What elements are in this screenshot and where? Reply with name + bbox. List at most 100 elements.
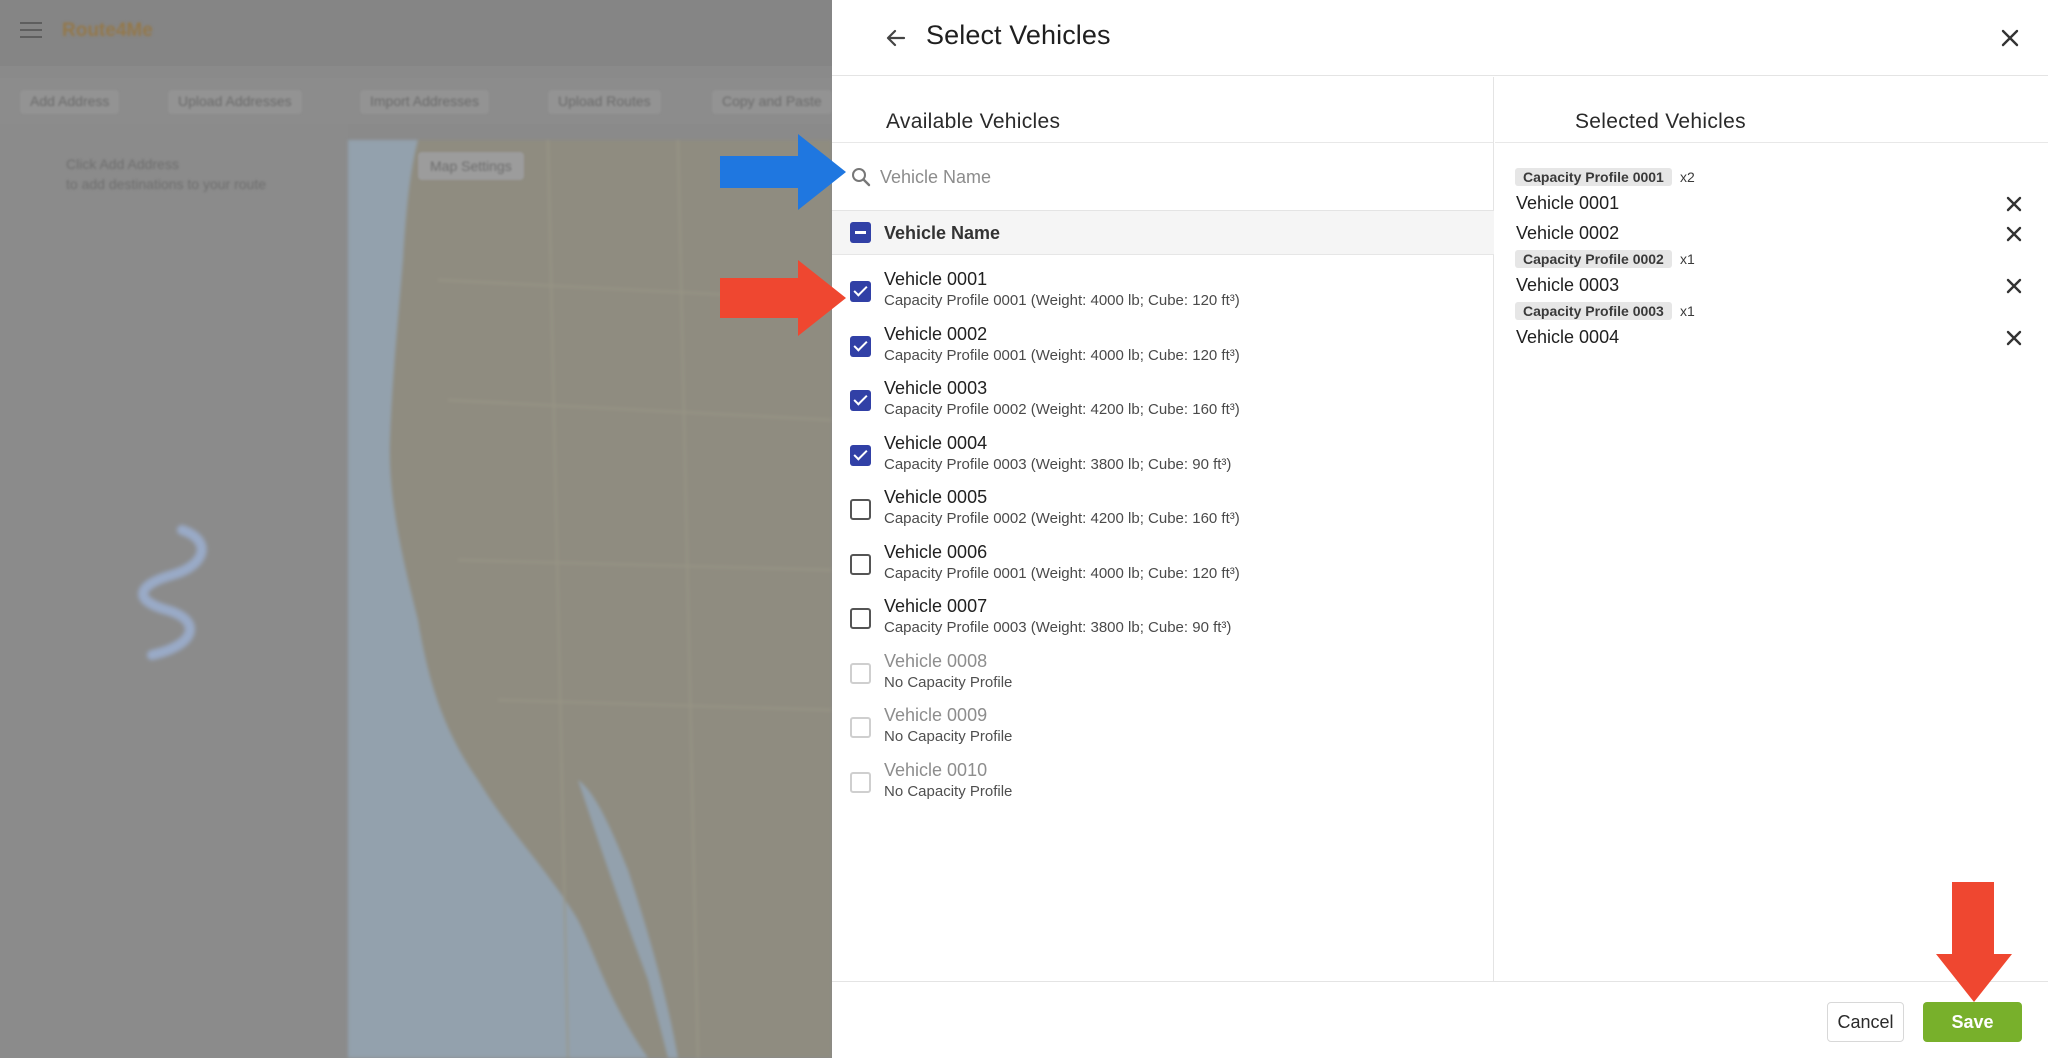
available-vehicles-heading: Available Vehicles bbox=[886, 110, 1061, 133]
save-button[interactable]: Save bbox=[1923, 1002, 2022, 1042]
available-vehicle-list: Vehicle 0001 Capacity Profile 0001 (Weigh… bbox=[832, 269, 1494, 814]
close-icon[interactable] bbox=[1996, 24, 2024, 52]
capacity-profile-tag: Capacity Profile 0002 bbox=[1515, 250, 1672, 268]
app-logo: Route4Me bbox=[62, 20, 153, 41]
remove-vehicle-icon[interactable] bbox=[2004, 194, 2024, 214]
app-topbar: Route4Me bbox=[0, 0, 832, 66]
cancel-button[interactable]: Cancel bbox=[1827, 1002, 1904, 1042]
remove-vehicle-icon[interactable] bbox=[2004, 224, 2024, 244]
vehicle-name: Vehicle 0006 bbox=[884, 541, 988, 562]
remove-vehicle-icon[interactable] bbox=[2004, 328, 2024, 348]
vehicle-name: Vehicle 0001 bbox=[884, 269, 988, 289]
vehicle-capacity-profile: Capacity Profile 0001 (Weight: 4000 lb; … bbox=[884, 564, 1240, 582]
vehicle-checkbox bbox=[850, 662, 871, 684]
toolbar-item: Import Addresses bbox=[360, 90, 489, 114]
vehicle-row[interactable]: Vehicle 0001 Capacity Profile 0001 (Weigh… bbox=[832, 269, 1494, 324]
capacity-profile-count: x1 bbox=[1680, 303, 1695, 319]
vehicle-row[interactable]: Vehicle 0002 Capacity Profile 0001 (Weigh… bbox=[832, 324, 1494, 379]
vehicle-row[interactable]: Vehicle 0004 Capacity Profile 0003 (Weigh… bbox=[832, 433, 1494, 488]
hamburger-menu-icon bbox=[20, 22, 42, 38]
vehicle-table-header: Vehicle Name bbox=[832, 211, 1494, 255]
remove-vehicle-icon[interactable] bbox=[2004, 276, 2024, 296]
capacity-profile-group-header: Capacity Profile 0003 x1 bbox=[1495, 301, 2048, 323]
vehicle-name: Vehicle 0007 bbox=[884, 596, 988, 616]
capacity-profile-group-header: Capacity Profile 0001 x2 bbox=[1495, 167, 2048, 189]
toolbar-item: Upload Addresses bbox=[168, 90, 302, 114]
vehicle-capacity-profile: Capacity Profile 0001 (Weight: 4000 lb; … bbox=[884, 292, 1240, 309]
vehicle-capacity-profile: No Capacity Profile bbox=[884, 673, 1013, 691]
vehicle-row[interactable]: Vehicle 0006 Capacity Profile 0001 (Weigh… bbox=[832, 542, 1494, 597]
vehicle-name: Vehicle 0005 bbox=[884, 487, 988, 507]
vehicle-capacity-profile: No Capacity Profile bbox=[884, 728, 1013, 745]
panel-title: Select Vehicles bbox=[926, 20, 1111, 50]
selected-vehicle-name: Vehicle 0003 bbox=[1516, 275, 1620, 295]
vehicle-checkbox bbox=[850, 717, 871, 738]
selected-vehicle-name: Vehicle 0002 bbox=[1516, 223, 1620, 243]
map-settings-button: Map Settings bbox=[418, 152, 524, 180]
blue-pointer-arrow-icon bbox=[720, 134, 846, 210]
toolbar-item: Add Address bbox=[20, 90, 120, 114]
vehicle-row: Vehicle 0010 No Capacity Profile bbox=[832, 760, 1494, 815]
vehicle-checkbox[interactable] bbox=[850, 281, 871, 302]
vehicle-search-input[interactable] bbox=[880, 159, 1460, 195]
toolbar-item: Upload Routes bbox=[548, 90, 661, 114]
sidebar-hint-line: Click Add Address bbox=[66, 156, 179, 172]
vehicle-checkbox[interactable] bbox=[850, 553, 871, 575]
vehicle-checkbox[interactable] bbox=[850, 608, 871, 629]
vehicle-row[interactable]: Vehicle 0005 Capacity Profile 0002 (Weigh… bbox=[832, 487, 1494, 542]
vehicle-name: Vehicle 0004 bbox=[884, 432, 988, 453]
background-app: Route4Me Add Address Upload Addresses Im… bbox=[0, 0, 832, 1058]
vehicle-capacity-profile: Capacity Profile 0001 (Weight: 4000 lb; … bbox=[884, 346, 1240, 364]
vehicle-row: Vehicle 0008 No Capacity Profile bbox=[832, 651, 1494, 706]
capacity-profile-tag: Capacity Profile 0001 bbox=[1515, 168, 1672, 186]
vehicle-name: Vehicle 0010 bbox=[884, 759, 988, 780]
capacity-profile-group-header: Capacity Profile 0002 x1 bbox=[1495, 249, 2048, 271]
selected-heading-row: Selected Vehicles bbox=[1495, 77, 2048, 143]
capacity-profile-count: x1 bbox=[1680, 251, 1695, 267]
available-heading-row: Available Vehicles bbox=[832, 77, 1493, 143]
capacity-profile-tag: Capacity Profile 0003 bbox=[1515, 302, 1672, 320]
select-all-checkbox[interactable] bbox=[850, 222, 871, 243]
vehicle-checkbox[interactable] bbox=[850, 499, 871, 520]
selected-vehicle-item: Vehicle 0001 bbox=[1495, 189, 2048, 219]
panel-header: Select Vehicles bbox=[832, 0, 2048, 76]
sidebar-hint-line: to add destinations to your route bbox=[66, 176, 267, 192]
vehicle-row: Vehicle 0009 No Capacity Profile bbox=[832, 705, 1494, 760]
vehicle-checkbox bbox=[850, 771, 871, 793]
selected-vehicle-name: Vehicle 0004 bbox=[1516, 327, 1620, 347]
selected-vehicle-item: Vehicle 0002 bbox=[1495, 219, 2048, 249]
selected-vehicle-name: Vehicle 0001 bbox=[1516, 193, 1620, 213]
vehicle-search bbox=[832, 143, 1494, 211]
search-icon bbox=[852, 168, 871, 187]
capacity-profile-count: x2 bbox=[1680, 169, 1695, 185]
selected-vehicle-list: Capacity Profile 0001 x2 Vehicle 0001 Vehic… bbox=[1495, 167, 2048, 353]
panel-footer: Cancel Save bbox=[832, 981, 2048, 1058]
vehicle-name: Vehicle 0002 bbox=[884, 323, 988, 344]
sidebar-hint: Click Add Address to add destinations to… bbox=[66, 154, 266, 194]
selected-vehicles-heading: Selected Vehicles bbox=[1575, 110, 1746, 133]
selected-vehicles-column: Selected Vehicles Capacity Profile 0001 x… bbox=[1495, 77, 2048, 981]
red-pointer-arrow-icon bbox=[720, 260, 846, 336]
vehicle-name: Vehicle 0009 bbox=[884, 705, 988, 725]
available-vehicles-column: Available Vehicles Vehicle Name Vehicle … bbox=[832, 77, 1494, 981]
vehicle-capacity-profile: Capacity Profile 0002 (Weight: 4200 lb; … bbox=[884, 401, 1240, 418]
arrow-left-icon[interactable] bbox=[882, 24, 910, 52]
vehicle-capacity-profile: Capacity Profile 0003 (Weight: 3800 lb; … bbox=[884, 619, 1232, 636]
vehicle-capacity-profile: No Capacity Profile bbox=[884, 782, 1013, 800]
vehicle-row[interactable]: Vehicle 0003 Capacity Profile 0002 (Weigh… bbox=[832, 378, 1494, 433]
red-down-arrow-icon bbox=[1936, 882, 2012, 1002]
vehicle-capacity-profile: Capacity Profile 0003 (Weight: 3800 lb; … bbox=[884, 455, 1232, 473]
toolbar-item: Copy and Paste bbox=[712, 90, 832, 114]
vehicle-checkbox[interactable] bbox=[850, 335, 871, 357]
selected-vehicle-item: Vehicle 0004 bbox=[1495, 323, 2048, 353]
column-header-vehicle-name: Vehicle Name bbox=[884, 223, 1001, 243]
vehicle-row[interactable]: Vehicle 0007 Capacity Profile 0003 (Weigh… bbox=[832, 596, 1494, 651]
selected-vehicle-item: Vehicle 0003 bbox=[1495, 271, 2048, 301]
vehicle-capacity-profile: Capacity Profile 0002 (Weight: 4200 lb; … bbox=[884, 510, 1240, 527]
vehicle-name: Vehicle 0003 bbox=[884, 378, 988, 398]
empty-route-illustration bbox=[138, 525, 207, 660]
vehicle-checkbox[interactable] bbox=[850, 390, 871, 411]
select-vehicles-panel: Select Vehicles Available Vehicles Vehic… bbox=[832, 0, 2048, 1058]
vehicle-checkbox[interactable] bbox=[850, 444, 871, 466]
vehicle-name: Vehicle 0008 bbox=[884, 650, 988, 671]
